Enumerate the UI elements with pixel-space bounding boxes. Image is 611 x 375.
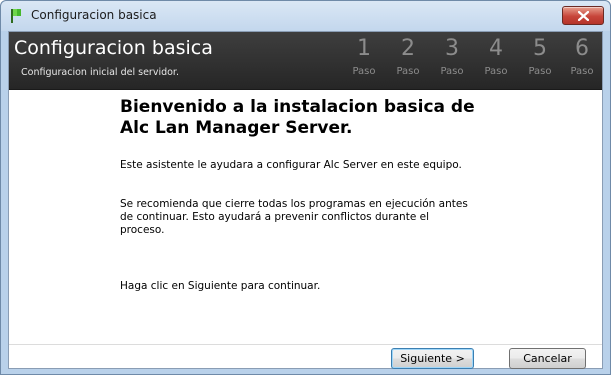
- step-4: 4 Paso: [474, 36, 518, 86]
- next-button[interactable]: Siguiente >: [391, 348, 474, 369]
- intro-paragraph: Este asistente le ayudara a configurar A…: [120, 159, 462, 171]
- step-label: Paso: [440, 66, 464, 77]
- step-label: Paso: [396, 66, 420, 77]
- title-bar[interactable]: Configuracion basica: [1, 1, 610, 31]
- wizard-window: Configuracion basica Configuracion basic…: [0, 0, 611, 375]
- window-title: Configuracion basica: [31, 8, 157, 22]
- step-label: Paso: [570, 66, 594, 77]
- welcome-heading-line2: Alc Lan Manager Server.: [120, 118, 353, 138]
- header-title: Configuracion basica: [14, 37, 213, 59]
- step-number: 4: [489, 36, 503, 61]
- green-flag-icon: [11, 9, 21, 23]
- recommendation-line1: Se recomienda que cierre todas los progr…: [120, 198, 468, 210]
- welcome-heading-line1: Bienvenido a la instalacion basica de: [120, 97, 475, 117]
- step-5: 5 Paso: [518, 36, 562, 86]
- step-number: 3: [445, 36, 459, 61]
- welcome-heading: Bienvenido a la instalacion basica de Al…: [120, 97, 520, 139]
- recommendation-paragraph: Se recomienda que cierre todas los progr…: [120, 198, 520, 237]
- step-label: Paso: [352, 66, 376, 77]
- step-number: 6: [575, 36, 589, 61]
- step-number: 5: [533, 36, 547, 61]
- footer-divider: [9, 344, 602, 345]
- step-label: Paso: [484, 66, 508, 77]
- continue-paragraph: Haga clic en Siguiente para continuar.: [120, 280, 321, 292]
- cancel-button[interactable]: Cancelar: [509, 348, 586, 369]
- close-button[interactable]: [562, 6, 604, 25]
- step-3: 3 Paso: [430, 36, 474, 86]
- wizard-client-area: Configuracion basica Configuracion inici…: [8, 31, 603, 369]
- step-1: 1 Paso: [342, 36, 386, 86]
- step-indicator: 1 Paso 2 Paso 3 Paso 4 Paso 5 Paso 6 Pas…: [342, 36, 602, 86]
- step-number: 1: [357, 36, 371, 61]
- wizard-content: Bienvenido a la instalacion basica de Al…: [9, 91, 602, 344]
- step-2: 2 Paso: [386, 36, 430, 86]
- step-label: Paso: [528, 66, 552, 77]
- header-subtitle: Configuracion inicial del servidor.: [21, 67, 179, 78]
- step-number: 2: [401, 36, 415, 61]
- recommendation-line3: proceso.: [120, 224, 165, 236]
- close-icon: [578, 11, 589, 21]
- step-6: 6 Paso: [560, 36, 604, 86]
- recommendation-line2: de continuar. Esto ayudará a prevenir co…: [120, 211, 430, 223]
- wizard-header: Configuracion basica Configuracion inici…: [9, 32, 602, 90]
